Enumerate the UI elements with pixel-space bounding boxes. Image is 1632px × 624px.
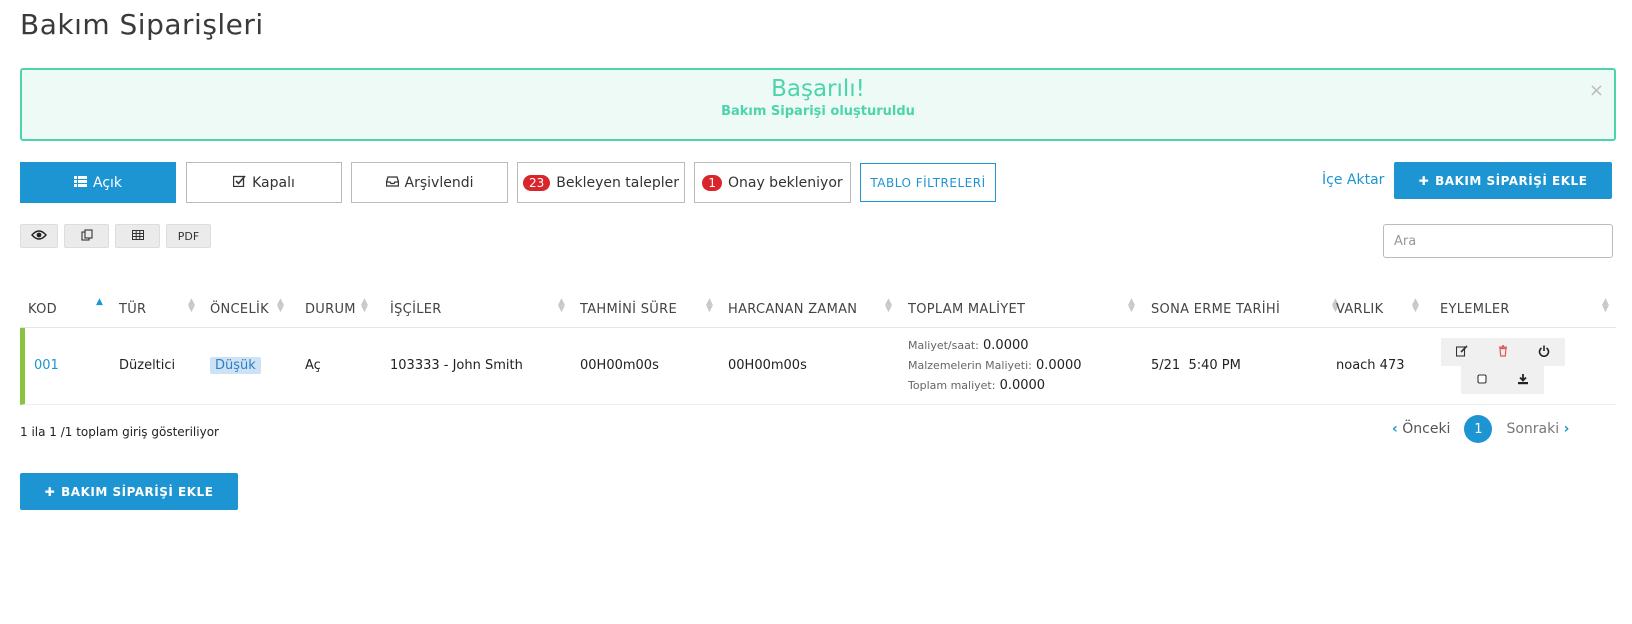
copy-icon bbox=[80, 228, 93, 244]
approval-count-badge: 1 bbox=[702, 174, 722, 191]
close-icon[interactable]: × bbox=[1589, 80, 1604, 101]
page-number-button[interactable]: 1 bbox=[1464, 415, 1493, 443]
inbox-icon bbox=[385, 175, 399, 191]
order-status: Aç bbox=[305, 358, 321, 373]
order-code-link[interactable]: 001 bbox=[34, 358, 59, 373]
plus-icon: ✚ bbox=[1418, 173, 1430, 188]
trash-icon bbox=[1498, 344, 1508, 360]
column-header-workers[interactable]: İŞÇİLER bbox=[390, 302, 442, 317]
hourly-cost-label: Maliyet/saat: bbox=[908, 339, 979, 352]
asset-name: noach 473 bbox=[1336, 358, 1405, 373]
checkbox-icon bbox=[1477, 373, 1487, 387]
column-header-type[interactable]: TÜR bbox=[119, 302, 146, 317]
tab-pending-label: Bekleyen talepler bbox=[556, 174, 680, 191]
alert-title: Başarılı! bbox=[771, 76, 865, 102]
edit-button[interactable] bbox=[1450, 341, 1474, 363]
column-header-asset[interactable]: VARLIK bbox=[1336, 302, 1383, 317]
select-checkbox[interactable] bbox=[1470, 369, 1494, 391]
add-button-label: BAKIM SİPARİŞİ EKLE bbox=[1435, 173, 1588, 188]
chevron-left-icon: ‹ bbox=[1392, 421, 1398, 437]
tab-pending-requests[interactable]: 23 Bekleyen talepler bbox=[517, 162, 685, 203]
column-visibility-button[interactable] bbox=[20, 224, 58, 248]
pagination: ‹ Önceki 1 Sonraki › bbox=[1392, 415, 1569, 443]
next-page-button[interactable]: Sonraki › bbox=[1506, 421, 1569, 437]
column-header-estimated-time[interactable]: TAHMİNİ SÜRE bbox=[580, 302, 677, 317]
sort-icon[interactable]: ▲ ▼ bbox=[277, 298, 284, 314]
total-cost-value: 0.0000 bbox=[999, 378, 1046, 393]
column-header-actions[interactable]: EYLEMLER bbox=[1440, 302, 1510, 317]
eye-icon bbox=[31, 229, 47, 243]
column-header-total-cost[interactable]: TOPLAM MALİYET bbox=[908, 302, 1025, 317]
previous-page-button[interactable]: ‹ Önceki bbox=[1392, 421, 1450, 437]
table-filters-label: TABLO FİLTRELERİ bbox=[870, 175, 986, 190]
sort-icon[interactable]: ▲ ▼ bbox=[361, 298, 368, 314]
order-type: Düzeltici bbox=[119, 358, 176, 373]
table-header: KOD ▲ TÜR ▲ ▼ ÖNCELİK ▲ ▼ DURUM ▲ ▼ İŞÇİLER… bbox=[20, 296, 1616, 328]
spent-time: 00H00m00s bbox=[728, 358, 807, 373]
due-date: 5/21 5:40 PM bbox=[1151, 358, 1241, 373]
cost-breakdown: Maliyet/saat: 0.0000 Malzemelerin Maliye… bbox=[908, 336, 1082, 396]
materials-cost-value: 0.0000 bbox=[1036, 358, 1082, 373]
materials-cost-label: Malzemelerin Maliyeti: bbox=[908, 359, 1032, 372]
power-icon bbox=[1538, 345, 1550, 360]
check-square-icon bbox=[232, 174, 246, 191]
sort-icon[interactable]: ▲ ▼ bbox=[188, 298, 195, 314]
list-icon bbox=[73, 175, 87, 191]
tab-awaiting-approval[interactable]: 1 Onay bekleniyor bbox=[694, 162, 851, 203]
delete-button[interactable] bbox=[1491, 341, 1515, 363]
edit-icon bbox=[1455, 344, 1468, 360]
copy-button[interactable] bbox=[64, 224, 109, 248]
order-workers: 103333 - John Smith bbox=[390, 358, 523, 373]
plus-icon: ✚ bbox=[44, 484, 56, 499]
row-actions-top bbox=[1441, 338, 1565, 366]
tab-open-label: Açık bbox=[92, 174, 123, 191]
pending-count-badge: 23 bbox=[522, 174, 551, 191]
tab-open[interactable]: Açık bbox=[20, 162, 176, 203]
pagination-info: 1 ila 1 /1 toplam giriş gösteriliyor bbox=[20, 425, 219, 439]
pdf-export-button[interactable]: PDF bbox=[166, 224, 211, 248]
tab-archived-label: Arşivlendi bbox=[404, 174, 474, 191]
sort-icon[interactable]: ▲ ▼ bbox=[706, 298, 713, 314]
alert-message: Bakım Siparişi oluşturuldu bbox=[721, 104, 915, 119]
column-header-status[interactable]: DURUM bbox=[305, 302, 356, 317]
search-input[interactable] bbox=[1383, 224, 1613, 258]
priority-badge: Düşük bbox=[210, 357, 261, 374]
page-title: Bakım Siparişleri bbox=[20, 8, 264, 41]
import-link[interactable]: İçe Aktar bbox=[1322, 172, 1384, 188]
add-maintenance-order-button-bottom[interactable]: ✚ BAKIM SİPARİŞİ EKLE bbox=[20, 473, 238, 510]
tab-archived[interactable]: Arşivlendi bbox=[351, 162, 508, 203]
sort-icon[interactable]: ▲ ▼ bbox=[558, 298, 565, 314]
pdf-label: PDF bbox=[177, 229, 200, 243]
download-icon bbox=[1517, 373, 1529, 388]
table-row: 001 Düzeltici Düşük Aç 103333 - John Smi… bbox=[20, 328, 1616, 405]
sort-icon[interactable]: ▲ ▼ bbox=[1602, 298, 1609, 314]
column-header-priority[interactable]: ÖNCELİK bbox=[210, 302, 269, 317]
tab-approval-label: Onay bekleniyor bbox=[727, 174, 843, 191]
table-icon bbox=[131, 229, 144, 243]
tab-closed[interactable]: Kapalı bbox=[186, 162, 342, 203]
add-button-label: BAKIM SİPARİŞİ EKLE bbox=[61, 484, 214, 499]
sort-icon[interactable]: ▲ ▼ bbox=[885, 298, 892, 314]
sort-icon[interactable]: ▲ ▼ bbox=[1412, 298, 1419, 314]
chevron-right-icon: › bbox=[1563, 421, 1570, 437]
success-alert: Başarılı! Bakım Siparişi oluşturuldu × bbox=[20, 68, 1616, 141]
hourly-cost-value: 0.0000 bbox=[983, 338, 1029, 353]
previous-label: Önceki bbox=[1402, 421, 1451, 437]
table-filters-button[interactable]: TABLO FİLTRELERİ bbox=[860, 163, 996, 202]
column-header-spent-time[interactable]: HARCANAN ZAMAN bbox=[728, 302, 857, 317]
column-header-due-date[interactable]: SONA ERME TARİHİ bbox=[1151, 302, 1280, 317]
close-order-button[interactable] bbox=[1532, 341, 1556, 363]
tab-closed-label: Kapalı bbox=[252, 174, 295, 191]
excel-export-button[interactable] bbox=[115, 224, 160, 248]
add-maintenance-order-button[interactable]: ✚ BAKIM SİPARİŞİ EKLE bbox=[1394, 162, 1612, 199]
row-actions-bottom bbox=[1461, 366, 1544, 394]
column-header-code[interactable]: KOD bbox=[28, 302, 57, 317]
download-button[interactable] bbox=[1511, 369, 1535, 391]
sort-asc-icon[interactable]: ▲ bbox=[96, 298, 103, 307]
estimated-time: 00H00m00s bbox=[580, 358, 659, 373]
total-cost-label: Toplam maliyet: bbox=[908, 379, 996, 392]
next-label: Sonraki bbox=[1506, 421, 1560, 437]
sort-icon[interactable]: ▲ ▼ bbox=[1128, 298, 1135, 314]
